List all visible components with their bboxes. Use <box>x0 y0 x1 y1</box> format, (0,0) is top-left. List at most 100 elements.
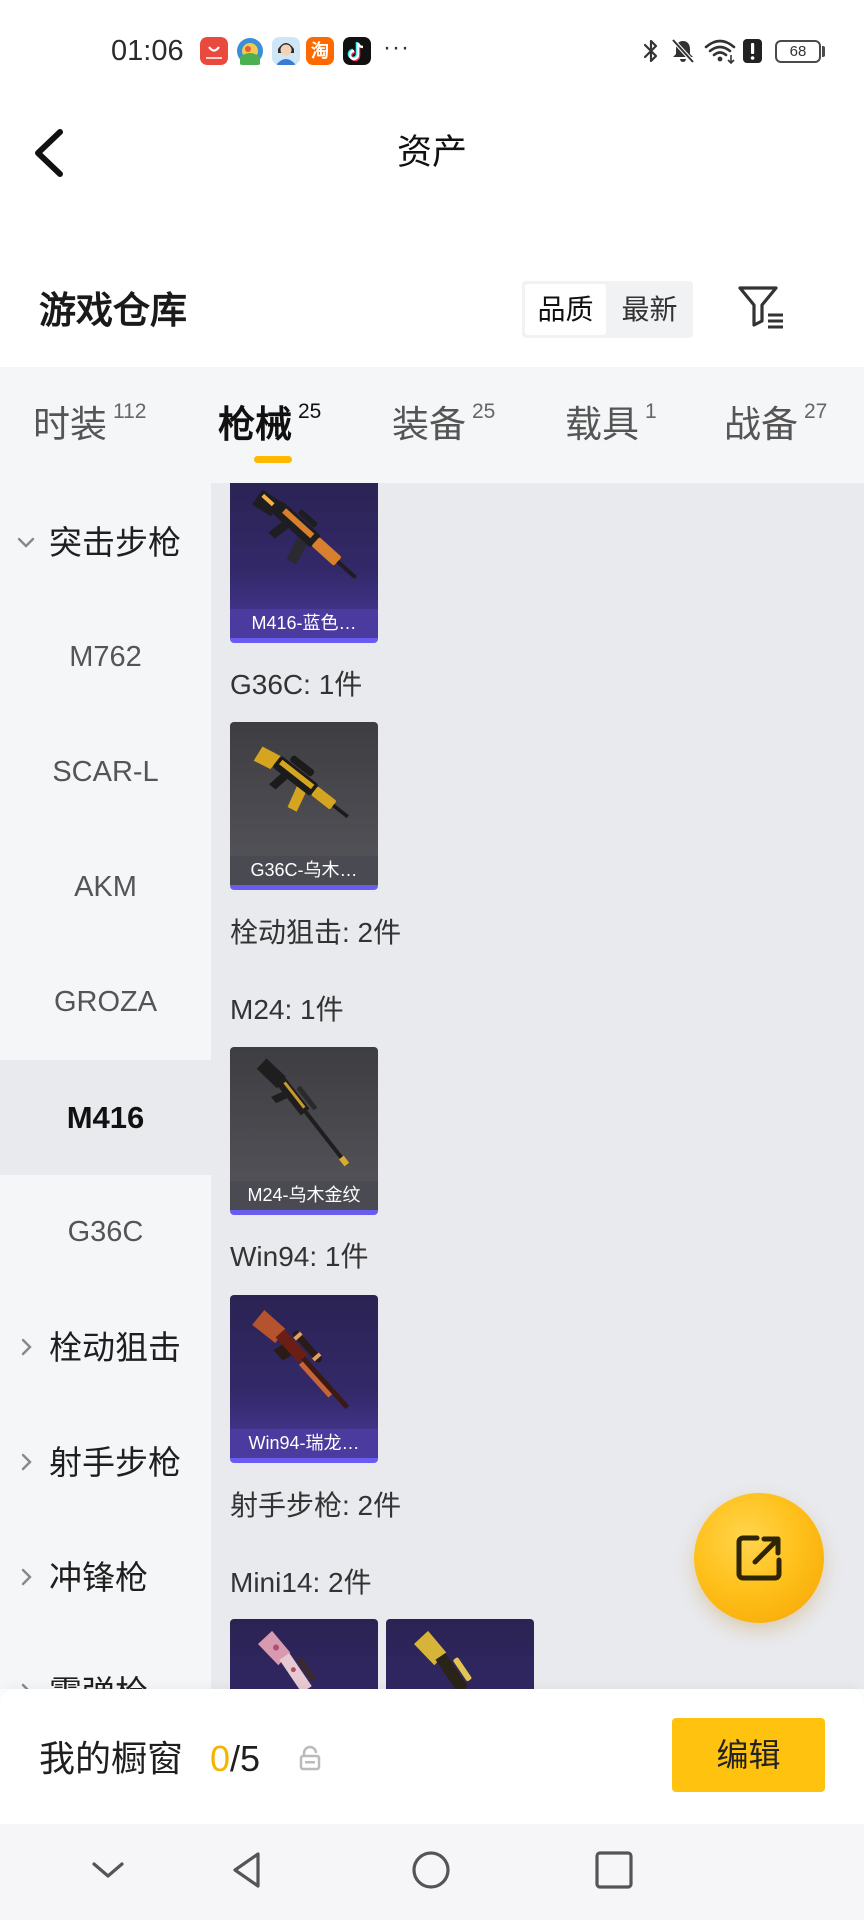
tab-equipment[interactable]: 装备 25 <box>392 400 496 448</box>
sidebar-item-label: 霰弹枪 <box>49 1635 148 1689</box>
showcase-count-value: 0 <box>210 1738 231 1779</box>
sidebar-item-m416[interactable]: M416 <box>0 1060 211 1175</box>
group-heading: Win94: 1件 <box>230 1241 369 1272</box>
sort-option-newest[interactable]: 最新 <box>609 284 690 335</box>
sidebar-category-bolt-sniper[interactable]: 栓动狙击 <box>0 1290 211 1405</box>
sidebar-item-akm[interactable]: AKM <box>0 830 211 945</box>
group-heading: G36C: 1件 <box>230 669 363 700</box>
sidebar-item-label: M762 <box>69 641 142 673</box>
group-heading: 射手步枪: 2件 <box>230 1490 402 1521</box>
tiktok-app-icon <box>343 37 371 65</box>
skin-card-label: M24-乌木金纹 <box>230 1181 378 1210</box>
sidebar-item-label: M416 <box>66 1100 145 1135</box>
mini14-skin-image <box>413 1630 499 1689</box>
g36c-skin-image <box>253 746 349 819</box>
more-notifications-indicator: ··· <box>383 34 410 61</box>
chevron-down-icon <box>17 537 35 548</box>
back-icon[interactable] <box>225 1848 269 1892</box>
sort-toggle: 品质 最新 <box>522 281 693 338</box>
page-title: 资产 <box>396 133 467 172</box>
tab-fashion[interactable]: 时装 112 <box>33 400 147 448</box>
group-heading: M24: 1件 <box>230 994 344 1025</box>
tab-label: 战备 <box>724 404 798 445</box>
sidebar-item-label: 冲锋枪 <box>49 1559 148 1596</box>
sniper-silhouette <box>256 1058 350 1167</box>
lever-rifle-silhouette <box>252 1309 350 1410</box>
rifle-silhouette <box>251 489 357 580</box>
showcase-count-limit: /5 <box>230 1738 261 1779</box>
skin-card-m24[interactable]: M24-乌木金纹 <box>230 1047 378 1215</box>
home-icon[interactable] <box>409 1848 453 1892</box>
mini14-skin-image <box>257 1630 343 1689</box>
filter-button[interactable] <box>734 280 788 334</box>
bluetooth-icon <box>643 39 658 63</box>
recents-icon[interactable] <box>592 1848 636 1892</box>
taobao-app-icon: 淘 <box>306 37 334 65</box>
tab-supplies[interactable]: 战备 27 <box>724 400 828 448</box>
skin-card-win94[interactable]: Win94-瑞龙… <box>230 1295 378 1463</box>
skin-card-label: M416-蓝色… <box>230 609 378 638</box>
group-heading: Mini14: 2件 <box>230 1567 372 1598</box>
tab-count: 27 <box>804 400 828 423</box>
skin-card-label: Win94-瑞龙… <box>230 1429 378 1458</box>
skin-card-m416[interactable]: M416-蓝色… <box>230 483 378 643</box>
status-time: 01:06 <box>111 35 184 67</box>
m416-skin-image <box>251 489 357 580</box>
showcase-count: 0/5 <box>210 1737 260 1781</box>
rifle-silhouette <box>257 1630 343 1689</box>
collapse-chevron-icon[interactable] <box>86 1848 130 1892</box>
game-app-icon <box>236 37 264 65</box>
tab-label: 装备 <box>392 404 466 445</box>
share-fab-button[interactable] <box>694 1493 824 1623</box>
sidebar-item-m762[interactable]: M762 <box>0 600 211 715</box>
share-external-icon <box>736 1535 782 1581</box>
lock-icon <box>299 1745 321 1771</box>
chevron-right-icon <box>21 1568 32 1586</box>
sidebar-item-label: AKM <box>74 871 137 903</box>
sidebar-item-groza[interactable]: GROZA <box>0 945 211 1060</box>
skin-card-mini14[interactable] <box>386 1619 534 1689</box>
avatar-app-icon <box>272 37 300 65</box>
sidebar-category-marksman-rifles[interactable]: 射手步枪 <box>0 1405 211 1520</box>
sidebar-category-smg[interactable]: 冲锋枪 <box>0 1520 211 1635</box>
sidebar-item-scar-l[interactable]: SCAR-L <box>0 715 211 830</box>
m24-skin-image <box>256 1058 350 1167</box>
tab-firearms[interactable]: 枪械 25 <box>218 400 322 448</box>
sidebar-item-label: 射手步枪 <box>49 1444 181 1481</box>
tab-count: 25 <box>298 400 322 423</box>
alert-icon <box>743 39 762 63</box>
filter-icon <box>738 286 783 329</box>
chevron-right-icon <box>21 1453 32 1471</box>
tab-label: 载具 <box>565 404 639 445</box>
category-tabs: 时装 112 枪械 25 装备 25 载具 1 战备 27 <box>0 367 864 483</box>
showcase-bar: 我的橱窗 0/5 编辑 <box>0 1689 864 1824</box>
sort-option-quality[interactable]: 品质 <box>525 284 606 335</box>
skin-card-mini14[interactable] <box>230 1619 378 1689</box>
status-bar: 01:06 淘 ··· 68 <box>0 0 864 100</box>
sidebar-item-g36c[interactable]: G36C <box>0 1175 211 1290</box>
win94-skin-image <box>252 1309 350 1410</box>
rifle-silhouette <box>253 746 349 819</box>
showcase-title: 我的橱窗 <box>39 1738 184 1779</box>
tab-count: 112 <box>113 400 147 423</box>
group-heading: 栓动狙击: 2件 <box>230 917 402 948</box>
battery-icon: 68 <box>775 40 821 63</box>
warehouse-title: 游戏仓库 <box>39 290 187 331</box>
chevron-right-icon <box>21 1338 32 1356</box>
sidebar-item-label: 栓动狙击 <box>49 1329 181 1366</box>
system-nav-bar <box>0 1824 864 1920</box>
rifle-silhouette <box>413 1630 499 1689</box>
sidebar-category-shotguns[interactable]: 霰弹枪 <box>0 1635 211 1689</box>
edit-button[interactable]: 编辑 <box>672 1718 825 1792</box>
active-tab-indicator <box>254 456 292 463</box>
tab-count: 25 <box>472 400 496 423</box>
wifi-icon <box>704 39 736 64</box>
sidebar-category-assault-rifles[interactable]: 突击步枪 <box>0 485 211 600</box>
skin-card-g36c[interactable]: G36C-乌木… <box>230 722 378 890</box>
tab-vehicles[interactable]: 载具 1 <box>565 400 657 448</box>
tab-label: 时装 <box>33 404 107 445</box>
weapon-sidebar: 突击步枪 M762 SCAR-L AKM GROZA M416 G36C 栓动狙… <box>0 483 211 1689</box>
battery-cap <box>822 46 825 57</box>
huawei-store-icon <box>200 37 228 65</box>
mute-icon <box>671 38 695 64</box>
